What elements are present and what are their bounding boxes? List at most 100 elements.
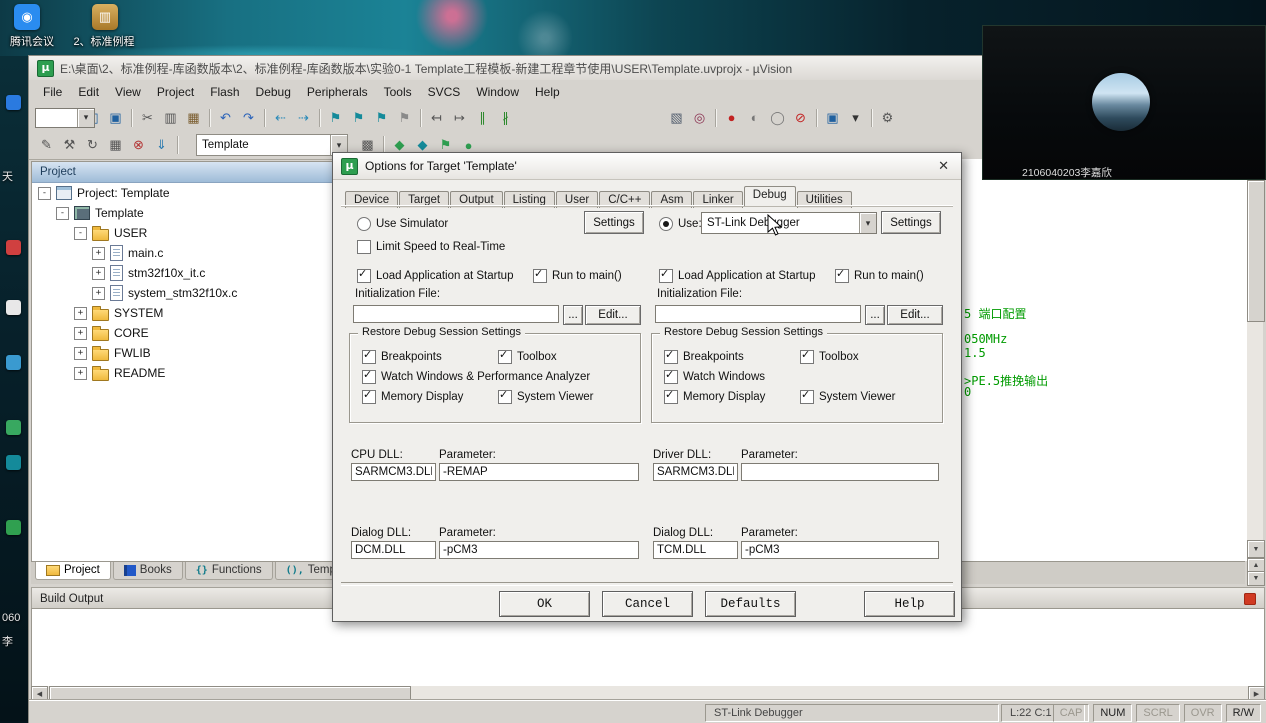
- edit-left-button[interactable]: Edit...: [585, 305, 641, 325]
- scroll-down-icon[interactable]: ▼: [1247, 540, 1265, 558]
- find-in-files-icon[interactable]: ▧: [666, 107, 687, 128]
- load-application-right-checkbox[interactable]: Load Application at Startup: [659, 267, 815, 283]
- save-all-icon[interactable]: ▣: [105, 107, 126, 128]
- project-panel-header[interactable]: Project: [32, 162, 335, 183]
- ok-button[interactable]: OK: [499, 591, 590, 617]
- load-application-left-checkbox[interactable]: Load Application at Startup: [357, 267, 513, 283]
- cpu-parameter-input[interactable]: [439, 463, 639, 481]
- translate-file-icon[interactable]: ✎: [36, 135, 57, 156]
- toggle-breakpoint-icon[interactable]: ◐: [744, 107, 765, 128]
- help-button[interactable]: Help: [864, 591, 955, 617]
- download-icon[interactable]: ⇓: [151, 135, 172, 156]
- menu-project[interactable]: Project: [149, 82, 202, 102]
- quick-find-combo[interactable]: ▾: [35, 107, 95, 128]
- undo-icon[interactable]: ↶: [215, 107, 236, 128]
- browse-right-button[interactable]: ...: [865, 305, 885, 325]
- uncomment-icon[interactable]: ∦: [495, 107, 516, 128]
- edit-right-button[interactable]: Edit...: [887, 305, 943, 325]
- cancel-button[interactable]: Cancel: [602, 591, 693, 617]
- tree-item-stm32f10x-it-c[interactable]: + stm32f10x_it.c: [32, 263, 335, 283]
- init-file-input-right[interactable]: [655, 305, 861, 323]
- stop-build-icon[interactable]: ⊗: [128, 135, 149, 156]
- desktop-icon[interactable]: [6, 455, 21, 470]
- menu-svcs[interactable]: SVCS: [420, 82, 469, 102]
- expander-icon[interactable]: -: [74, 226, 87, 240]
- redo-icon[interactable]: ↷: [238, 107, 259, 128]
- desktop-icon[interactable]: [6, 95, 21, 110]
- menu-peripherals[interactable]: Peripherals: [299, 82, 376, 102]
- configure-target-icon[interactable]: ⚙: [877, 107, 898, 128]
- system-viewer-right-checkbox[interactable]: System Viewer: [800, 388, 895, 404]
- cpu-dll-input[interactable]: [351, 463, 436, 481]
- expander-icon[interactable]: +: [74, 326, 87, 340]
- tab-books[interactable]: Books: [112, 562, 183, 580]
- horizontal-scrollbar[interactable]: ◀ ▶: [31, 686, 1265, 702]
- dialog-parameter-input-left[interactable]: [439, 541, 639, 559]
- memory-display-right-checkbox[interactable]: Memory Display: [664, 388, 765, 404]
- find-icon[interactable]: ◎: [689, 107, 710, 128]
- desktop-icon[interactable]: [6, 240, 21, 255]
- target-select[interactable]: Template ▾: [196, 134, 348, 156]
- breakpoints-right-checkbox[interactable]: Breakpoints: [664, 348, 744, 364]
- memory-display-left-checkbox[interactable]: Memory Display: [362, 388, 463, 404]
- dialog-parameter-input-right[interactable]: [741, 541, 939, 559]
- kill-breakpoints-icon[interactable]: ⊘: [790, 107, 811, 128]
- rebuild-icon[interactable]: ↻: [82, 135, 103, 156]
- scrollbar-thumb[interactable]: [1247, 180, 1265, 322]
- disable-breakpoints-icon[interactable]: ◯: [767, 107, 788, 128]
- defaults-button[interactable]: Defaults: [705, 591, 796, 617]
- build-icon[interactable]: ⚒: [59, 135, 80, 156]
- prev-bookmark-icon[interactable]: ⚑: [348, 107, 369, 128]
- tree-item-root[interactable]: - Project: Template: [32, 183, 335, 203]
- tree-item-target-template[interactable]: - Template: [32, 203, 335, 223]
- menu-view[interactable]: View: [107, 82, 149, 102]
- tab-functions[interactable]: {} Functions: [184, 562, 273, 580]
- expander-icon[interactable]: -: [56, 206, 69, 220]
- navigate-forward-icon[interactable]: ⇢: [293, 107, 314, 128]
- watch-windows-left-checkbox[interactable]: Watch Windows & Performance Analyzer: [362, 368, 590, 384]
- insert-bookmark-icon[interactable]: ⚑: [325, 107, 346, 128]
- toolbox-left-checkbox[interactable]: Toolbox: [498, 348, 557, 364]
- chevron-down-icon[interactable]: ▾: [845, 107, 866, 128]
- expander-icon[interactable]: -: [38, 186, 51, 200]
- tree-item-group-fwlib[interactable]: + FWLIB: [32, 343, 335, 363]
- use-debugger-radio[interactable]: Use:: [659, 216, 702, 231]
- settings-right-button[interactable]: Settings: [881, 211, 941, 234]
- run-to-main-right-checkbox[interactable]: Run to main(): [835, 267, 924, 283]
- navigate-back-icon[interactable]: ⇠: [270, 107, 291, 128]
- tree-item-main-c[interactable]: + main.c: [32, 243, 335, 263]
- clear-bookmarks-icon[interactable]: ⚑: [394, 107, 415, 128]
- copy-icon[interactable]: ▥: [160, 107, 181, 128]
- box-folder-icon[interactable]: ▥: [92, 4, 118, 30]
- next-bookmark-icon[interactable]: ⚑: [371, 107, 392, 128]
- desktop-icon[interactable]: [6, 520, 21, 535]
- driver-dll-input[interactable]: [653, 463, 738, 481]
- menu-debug[interactable]: Debug: [248, 82, 299, 102]
- paste-icon[interactable]: ▦: [183, 107, 204, 128]
- browse-left-button[interactable]: ...: [563, 305, 583, 325]
- driver-parameter-input[interactable]: [741, 463, 939, 481]
- expander-icon[interactable]: +: [74, 366, 87, 380]
- tree-item-group-core[interactable]: + CORE: [32, 323, 335, 343]
- watch-windows-icon[interactable]: ▣: [822, 107, 843, 128]
- comment-icon[interactable]: ∥: [472, 107, 493, 128]
- webcam-overlay[interactable]: 2106040203李嘉欣: [982, 25, 1266, 180]
- desktop-icon[interactable]: [6, 300, 21, 315]
- close-icon[interactable]: [1244, 592, 1256, 605]
- dialog-dll-input-left[interactable]: [351, 541, 436, 559]
- menu-flash[interactable]: Flash: [202, 82, 247, 102]
- init-file-input-left[interactable]: [353, 305, 559, 323]
- expander-icon[interactable]: +: [92, 286, 105, 300]
- expander-icon[interactable]: +: [74, 346, 87, 360]
- tencent-meeting-icon[interactable]: ◉: [14, 4, 40, 30]
- menu-tools[interactable]: Tools: [376, 82, 420, 102]
- watch-windows-right-checkbox[interactable]: Watch Windows: [664, 368, 765, 384]
- toolbox-right-checkbox[interactable]: Toolbox: [800, 348, 859, 364]
- dialog-dll-input-right[interactable]: [653, 541, 738, 559]
- limit-speed-checkbox[interactable]: Limit Speed to Real-Time: [357, 239, 505, 254]
- tree-item-group-readme[interactable]: + README: [32, 363, 335, 383]
- vertical-scrollbar[interactable]: ▲ ▼: [1247, 159, 1265, 558]
- use-simulator-radio[interactable]: Use Simulator: [357, 216, 448, 231]
- tree-item-group-system[interactable]: + SYSTEM: [32, 303, 335, 323]
- menu-edit[interactable]: Edit: [70, 82, 107, 102]
